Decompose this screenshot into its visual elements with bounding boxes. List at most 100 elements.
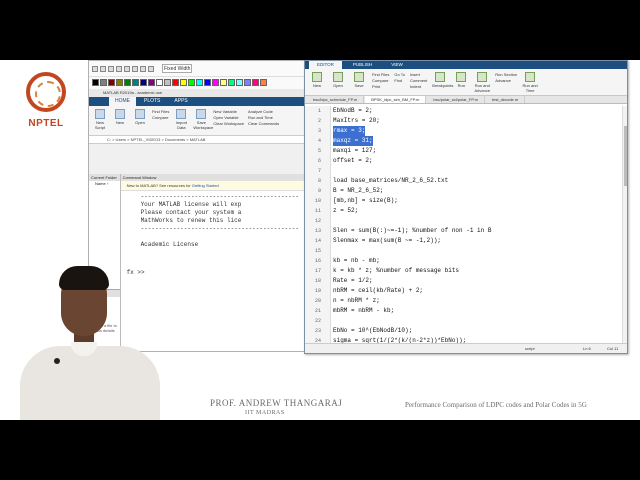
code-line[interactable]: 4 maxqz = 31;	[305, 136, 627, 146]
code-line[interactable]: 21 mbRM = nbRM - kb;	[305, 306, 627, 316]
palette-swatch[interactable]	[212, 79, 219, 86]
code-line[interactable]: 15	[305, 246, 627, 256]
code-line[interactable]: 13 Slen = sum(B(:)~=-1); %number of non -…	[305, 226, 627, 236]
letterbox-bottom	[0, 420, 640, 480]
palette-swatch[interactable]	[140, 79, 147, 86]
scrollbar-thumb[interactable]	[624, 126, 627, 186]
palette-swatch[interactable]	[244, 79, 251, 86]
import-data-button[interactable]: Import Data	[173, 109, 189, 132]
code-line[interactable]: 18 Rate = 1/2;	[305, 276, 627, 286]
editor-open-button[interactable]: Open	[330, 72, 346, 92]
code-line[interactable]: 10 [mb,nb] = size(B);	[305, 196, 627, 206]
code-line[interactable]: 11 z = 52;	[305, 206, 627, 216]
code-line[interactable]: 16 kb = nb - mb;	[305, 256, 627, 266]
editor-new-button[interactable]: New	[309, 72, 325, 92]
palette-swatch[interactable]	[196, 79, 203, 86]
new-icon[interactable]	[92, 65, 98, 72]
palette-swatch[interactable]	[228, 79, 235, 86]
line-number: 17	[314, 268, 321, 274]
palette-swatch[interactable]	[164, 79, 171, 86]
code-line[interactable]: 5 maxqi = 127;	[305, 146, 627, 156]
code-line[interactable]: 6 offset = 2;	[305, 156, 627, 166]
code-line[interactable]: 17 k = kb * z; %number of message bits	[305, 266, 627, 276]
code-line[interactable]: 9 B = NR_2_6_52;	[305, 186, 627, 196]
palette-swatch[interactable]	[100, 79, 107, 86]
palette-swatch[interactable]	[220, 79, 227, 86]
palette-swatch[interactable]	[188, 79, 195, 86]
save-workspace-button[interactable]: Save Workspace	[193, 109, 213, 132]
code-line[interactable]: 2 MaxItrs = 20;	[305, 116, 627, 126]
file-tab[interactable]: BPSK_ldpc_sim_BM_FP.m	[365, 96, 427, 103]
editor-run-and-time-button[interactable]: Run and Time	[522, 72, 538, 93]
editor-print-button[interactable]: Print	[372, 84, 389, 90]
new-button[interactable]: New	[112, 109, 128, 132]
copy-icon[interactable]	[124, 65, 130, 72]
code-line[interactable]: 23 EbNo = 10^(EbNodB/10);	[305, 326, 627, 336]
paste-icon[interactable]	[132, 65, 138, 72]
run-and-advance-button[interactable]: Run and Advance	[474, 72, 490, 93]
name-column-header[interactable]: Name ↑	[89, 181, 120, 187]
clear-commands-button[interactable]: Clear Commands	[248, 121, 279, 127]
redo-icon[interactable]	[148, 65, 154, 72]
code-line[interactable]: 1 EbNodB = 2;	[305, 106, 627, 116]
palette-swatch[interactable]	[108, 79, 115, 86]
code-line[interactable]: 8 load base_matrices/NR_2_6_52.txt	[305, 176, 627, 186]
palette-swatch[interactable]	[124, 79, 131, 86]
code-line[interactable]: 3 rmax = 3;	[305, 126, 627, 136]
tab-home[interactable]: HOME	[109, 97, 136, 106]
run-button[interactable]: Run	[453, 72, 469, 92]
palette-swatch[interactable]	[252, 79, 259, 86]
code-line[interactable]: 12	[305, 216, 627, 226]
palette-swatch[interactable]	[172, 79, 179, 86]
code-line[interactable]: 19 nbRM = ceil(kb/Rate) + 2;	[305, 286, 627, 296]
code-line[interactable]: 20 n = nbRM * z;	[305, 296, 627, 306]
palette-swatch[interactable]	[116, 79, 123, 86]
palette-swatch[interactable]	[180, 79, 187, 86]
tab-editor[interactable]: EDITOR	[309, 61, 342, 69]
quick-access-toolbar: Fixed Width	[89, 61, 319, 77]
palette-swatch[interactable]	[148, 79, 155, 86]
code-line[interactable]: 14 Slenmax = max(sum(B ~= -1,2));	[305, 236, 627, 246]
line-number: 8	[317, 178, 321, 184]
palette-swatch[interactable]	[92, 79, 99, 86]
advance-button[interactable]: Advance	[495, 78, 517, 84]
command-output-line: ----------------------------------------…	[140, 225, 299, 232]
palette-swatch[interactable]	[260, 79, 267, 86]
code-text: offset = 2;	[333, 157, 373, 164]
breakpoints-button[interactable]: Breakpoints	[432, 72, 453, 92]
new-script-button[interactable]: New Script	[92, 109, 108, 132]
palette-swatch[interactable]	[204, 79, 211, 86]
tab-publish[interactable]: PUBLISH	[345, 61, 380, 69]
font-select[interactable]: Fixed Width	[162, 64, 192, 73]
undo-icon[interactable]	[140, 65, 146, 72]
code-line[interactable]: 7	[305, 166, 627, 176]
clear-workspace-button[interactable]: Clear Workspace	[213, 121, 244, 127]
cut-icon[interactable]	[116, 65, 122, 72]
open-button[interactable]: Open	[132, 109, 148, 132]
indent-button[interactable]: Indent	[410, 84, 427, 90]
address-bar[interactable]: C: > Users > NPTEL_VIDEO3 > Documents > …	[89, 136, 319, 144]
palette-swatch[interactable]	[156, 79, 163, 86]
line-number: 3	[317, 128, 321, 134]
code-text: B = NR_2_6_52;	[333, 187, 384, 194]
code-line[interactable]: 22	[305, 316, 627, 326]
find-button[interactable]: Find	[394, 78, 405, 84]
tab-apps[interactable]: APPS	[168, 97, 193, 106]
code-text: kb = nb - mb;	[333, 257, 380, 264]
code-text: MaxItrs = 20;	[333, 117, 380, 124]
file-tab[interactable]: bsc/polar_scl/polar_FP.m	[427, 96, 485, 103]
getting-started-link[interactable]: Getting Started	[192, 183, 219, 188]
code-text: rmax = 3;	[333, 126, 366, 136]
save-icon[interactable]	[108, 65, 114, 72]
palette-swatch[interactable]	[132, 79, 139, 86]
tab-plots[interactable]: PLOTS	[138, 97, 166, 106]
file-tab[interactable]: test_decode.m	[486, 96, 526, 103]
palette-swatch[interactable]	[236, 79, 243, 86]
editor-save-button[interactable]: Save	[351, 72, 367, 92]
file-tab[interactable]: bsc/ldpc_schedule_FP.m	[307, 96, 365, 103]
tab-view[interactable]: VIEW	[383, 61, 411, 69]
code-area[interactable]: 1 EbNodB = 2; 2 MaxItrs = 20; 3 rmax = 3; 4 max…	[305, 106, 627, 353]
editor-scrollbar[interactable]	[622, 106, 627, 343]
compare-button[interactable]: Compare	[152, 115, 169, 121]
open-icon[interactable]	[100, 65, 106, 72]
